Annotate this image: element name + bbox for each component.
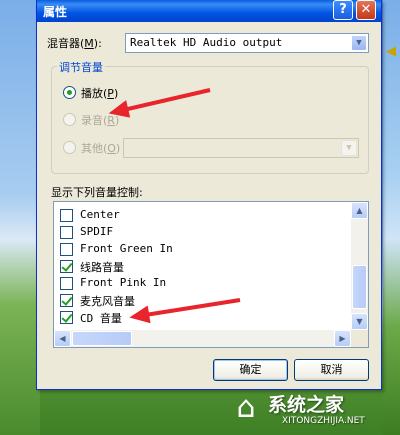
checkbox-line-volume[interactable]: [60, 260, 73, 273]
mixer-select-value: Realtek HD Audio output: [130, 36, 283, 49]
scroll-left-icon[interactable]: ◀: [54, 330, 71, 347]
chevron-down-icon[interactable]: ▼: [351, 35, 367, 51]
horizontal-scrollbar[interactable]: ◀ ▶: [54, 330, 351, 347]
list-item-label: SPDIF: [80, 225, 114, 238]
scroll-right-icon[interactable]: ▶: [334, 330, 351, 347]
checkbox-spdif[interactable]: [60, 226, 73, 239]
list-item-label: 麦克风音量: [80, 295, 135, 308]
chevron-down-icon: ▼: [341, 140, 357, 156]
checkbox-cd-volume[interactable]: [60, 311, 73, 324]
house-logo-icon: ⌂: [236, 390, 256, 425]
volume-group-title: 调节音量: [57, 59, 105, 75]
vertical-scrollbar[interactable]: ▲ ▼: [351, 202, 368, 330]
volume-controls-list[interactable]: Center SPDIF Front Green In 线路音量 Front P…: [53, 201, 369, 348]
list-item-label: 线路音量: [80, 261, 124, 274]
vertical-scroll-thumb[interactable]: [352, 265, 367, 309]
watermark: ⌂ 系统之家 XITONGZHIJIA.NET: [226, 388, 396, 432]
volume-tray-icon[interactable]: ◀: [384, 44, 398, 60]
scrollbar-corner: [351, 330, 368, 347]
desktop-background-right: [383, 0, 400, 435]
title-bar[interactable]: 属性 ? ✕: [37, 0, 381, 22]
properties-dialog: 属性 ? ✕ 混音器(M): Realtek HD Audio output ▼…: [36, 0, 382, 390]
close-button[interactable]: ✕: [356, 0, 376, 20]
window-title: 属性: [43, 5, 68, 19]
playback-label[interactable]: 播放(P): [81, 85, 118, 101]
checkbox-front-green-in[interactable]: [60, 243, 73, 256]
list-item-label: Front Pink In: [80, 276, 167, 289]
scroll-up-icon[interactable]: ▲: [351, 202, 368, 219]
desktop-background-left: [0, 0, 40, 435]
other-radio[interactable]: [63, 141, 76, 154]
playback-radio[interactable]: [63, 86, 76, 99]
record-radio[interactable]: [63, 113, 76, 126]
watermark-url: XITONGZHIJIA.NET: [282, 416, 365, 426]
help-button[interactable]: ?: [333, 0, 353, 20]
checkbox-center[interactable]: [60, 209, 73, 222]
controls-label: 显示下列音量控制:: [51, 186, 143, 199]
close-icon: ✕: [360, 2, 372, 17]
mixer-select[interactable]: Realtek HD Audio output ▼: [125, 33, 369, 53]
help-icon: ?: [339, 2, 347, 17]
checkbox-mic-volume[interactable]: [60, 294, 73, 307]
list-item-label: Front Green In: [80, 242, 173, 255]
ok-button[interactable]: 确定: [213, 359, 288, 381]
horizontal-scroll-thumb[interactable]: [72, 331, 132, 346]
scroll-down-icon[interactable]: ▼: [351, 313, 368, 330]
cancel-button[interactable]: 取消: [294, 359, 369, 381]
other-device-select[interactable]: ▼: [123, 138, 359, 158]
watermark-title: 系统之家: [268, 394, 345, 416]
mixer-label: 混音器(M):: [47, 37, 102, 50]
list-item-label: Center: [80, 208, 120, 221]
list-item-label: CD 音量: [80, 312, 122, 325]
checkbox-front-pink-in[interactable]: [60, 277, 73, 290]
other-label: 其他(O): [81, 142, 121, 155]
